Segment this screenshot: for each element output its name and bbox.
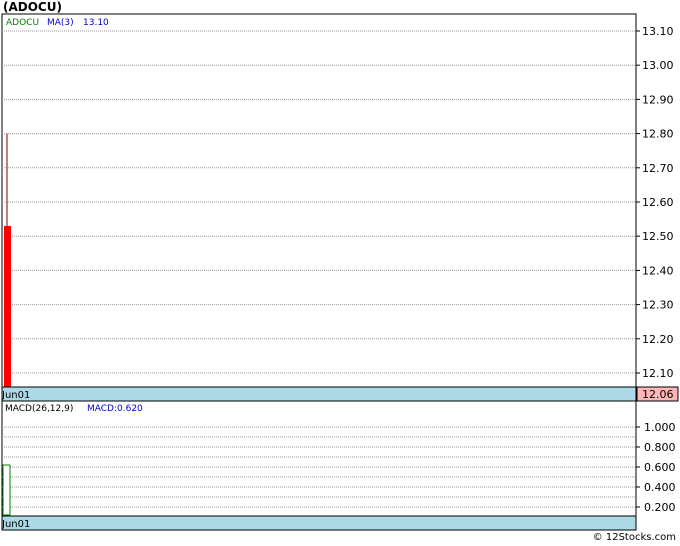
price-y-axis: 13.10 13.00 12.90 12.80 12.70 12.60 12.50 12.40… bbox=[636, 25, 674, 380]
candle-body bbox=[4, 225, 11, 387]
price-tick-label: 12.40 bbox=[642, 264, 674, 277]
price-panel: 13.10 13.00 12.90 12.80 12.70 12.60 12.50 12.40… bbox=[1, 13, 679, 402]
price-tick-label: 12.50 bbox=[642, 230, 674, 243]
price-tick-label: 12.60 bbox=[642, 196, 674, 209]
macd-legend-name: MACD(26,12,9) bbox=[5, 404, 73, 414]
macd-bar bbox=[2, 464, 11, 516]
macd-y-axis: 1.000 0.800 0.600 0.400 0.200 bbox=[636, 421, 676, 514]
last-price-value: 12.06 bbox=[642, 388, 674, 401]
price-tick-label: 12.70 bbox=[642, 162, 674, 175]
macd-tick-label: 0.400 bbox=[644, 481, 676, 494]
macd-bars bbox=[2, 464, 11, 516]
legend-ma-value: 13.10 bbox=[83, 18, 109, 28]
legend-ma-label: MA(3) bbox=[47, 18, 74, 28]
chart-canvas: 13.10 13.00 12.90 12.80 12.70 12.60 12.50 12.40… bbox=[1, 13, 679, 531]
footer-credit: © 12Stocks.com bbox=[592, 532, 676, 543]
price-date-label: Jun01 bbox=[1, 390, 30, 401]
macd-tick-label: 0.800 bbox=[644, 441, 676, 454]
price-tick-label: 12.10 bbox=[642, 367, 674, 380]
legend-symbol: ADOCU bbox=[6, 18, 39, 28]
macd-panel: 1.0000.8000.6000.4000.200 MACD(26,12,9) … bbox=[1, 400, 676, 531]
macd-date-label: Jun01 bbox=[1, 519, 30, 530]
price-tick-label: 13.00 bbox=[642, 59, 674, 72]
macd-tick-label: 0.600 bbox=[644, 461, 676, 474]
price-tick-label: 12.20 bbox=[642, 333, 674, 346]
price-tick-label: 13.10 bbox=[642, 25, 674, 38]
price-tick-label: 12.30 bbox=[642, 299, 674, 312]
macd-date-band bbox=[1, 515, 637, 531]
price-tick-label: 12.90 bbox=[642, 93, 674, 106]
price-tick-label: 12.80 bbox=[642, 128, 674, 141]
price-date-band bbox=[1, 386, 637, 402]
macd-plot-frame bbox=[1, 400, 637, 517]
macd-tick-label: 0.200 bbox=[644, 501, 676, 514]
price-plot-frame bbox=[1, 13, 637, 388]
macd-tick-label: 1.000 bbox=[644, 421, 676, 434]
macd-legend-value: MACD:0.620 bbox=[87, 404, 143, 414]
